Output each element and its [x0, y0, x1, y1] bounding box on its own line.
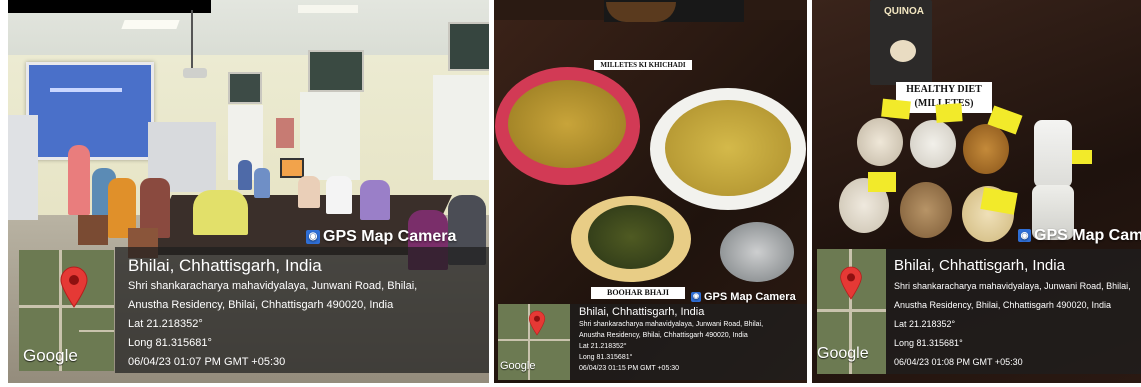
slide-title: [50, 88, 122, 92]
chair: [78, 215, 108, 245]
brown-bowl: [606, 2, 676, 22]
camera-label: GPS Map Camera: [704, 291, 796, 303]
map-road: [498, 339, 570, 341]
yellow-tag: [935, 103, 963, 123]
top-tab: [8, 0, 211, 13]
gps-camera-icon: ◉: [306, 229, 320, 244]
boohar-bhaji: [588, 205, 674, 269]
projection-screen: [26, 62, 154, 160]
location-title: Bhilai, Chhattisgarh, India: [894, 257, 1065, 274]
khichadi-right: [665, 100, 791, 196]
person: [326, 176, 352, 214]
address-line-2: Anustha Residency, Bhilai, Chhattisgarh …: [894, 300, 1111, 310]
cupboard: [8, 115, 38, 220]
address-line-2: Anustha Residency, Bhilai, Chhattisgarh …: [579, 332, 748, 339]
yellow-tag: [881, 98, 911, 120]
quinoa-pack-label: QUINOA: [884, 6, 924, 17]
google-logo: Google: [500, 360, 536, 372]
grain-bowl: [963, 124, 1009, 174]
map-pin-icon: [840, 266, 862, 300]
gps-camera-label: ◉GPS Map Camera: [1018, 227, 1141, 245]
map-road: [79, 330, 114, 332]
ceiling-light: [298, 5, 358, 13]
address-line-1: Shri shankaracharya mahavidyalaya, Junwa…: [579, 321, 764, 328]
dish-sign-khichadi: MILLETES KI KHICHADI: [594, 60, 692, 70]
projector-mount: [191, 10, 193, 70]
photo-panel-millets: QUINOA HEALTHY DIET (MILLETES) ◉GPS Map …: [812, 0, 1141, 383]
ceiling-light: [121, 20, 180, 29]
location-map: Google: [817, 249, 886, 374]
sign-line-1: HEALTHY DIET: [906, 84, 982, 95]
curtain: [433, 75, 489, 180]
address-line-2: Anustha Residency, Bhilai, Chhattisgarh …: [128, 299, 394, 311]
latitude: Lat 21.218352°: [579, 343, 627, 350]
location-title: Bhilai, Chhattisgarh, India: [128, 256, 322, 275]
photo-panel-dishes: MILLETES KI KHICHADI BOOHAR BHAJI ◉ GPS M…: [494, 0, 807, 383]
datetime: 06/04/23 01:08 PM GMT +05:30: [894, 357, 1023, 367]
camera-label: GPS Map Camera: [323, 228, 457, 245]
photo-panel-seminar: ◉ GPS Map Camera Google Bhilai, Chhattisg…: [8, 0, 489, 383]
grain-bowl: [910, 120, 956, 168]
projector: [183, 68, 207, 78]
person: [254, 168, 270, 198]
gps-camera-icon: ◉: [691, 292, 701, 303]
map-pin-icon: [60, 266, 88, 308]
longitude: Long 81.315681°: [128, 337, 212, 349]
datetime: 06/04/23 01:07 PM GMT +05:30: [128, 356, 286, 368]
location-title: Bhilai, Chhattisgarh, India: [579, 306, 705, 318]
map-pin-icon: [528, 310, 546, 336]
camera-label: GPS Map Camera: [1034, 227, 1141, 244]
gps-camera-label: ◉GPS Map Camera: [691, 291, 796, 303]
google-logo: Google: [23, 346, 78, 365]
yellow-tag: [868, 172, 896, 192]
person: [360, 180, 390, 220]
gps-camera-label: ◉GPS Map Camera: [306, 228, 456, 246]
location-map: Google: [498, 304, 570, 380]
yellow-tag: [1070, 150, 1092, 164]
latitude: Lat 21.218352°: [894, 319, 956, 329]
person: [193, 190, 248, 235]
gps-camera-icon: ◉: [1018, 229, 1031, 243]
monitor: [280, 158, 304, 178]
person-presenter: [68, 145, 90, 215]
person: [298, 176, 320, 208]
window: [448, 22, 489, 71]
window: [228, 72, 262, 104]
dish-sign-bhaji: BOOHAR BHAJI: [591, 287, 685, 299]
glass-lid: [720, 222, 794, 282]
curtain: [300, 92, 360, 180]
location-map: Google: [19, 250, 114, 371]
longitude: Long 81.315681°: [579, 354, 633, 361]
wall-calendar: [276, 118, 294, 148]
person: [238, 160, 252, 190]
datetime: 06/04/23 01:15 PM GMT +05:30: [579, 365, 680, 372]
latitude: Lat 21.218352°: [128, 318, 203, 330]
grain-bowl: [857, 118, 903, 166]
window: [308, 50, 364, 92]
address-line-1: Shri shankaracharya mahavidyalaya, Junwa…: [894, 281, 1131, 291]
grain-bowl: [900, 182, 952, 238]
google-logo: Google: [817, 345, 869, 362]
quinoa-pack-bowl: [890, 40, 916, 62]
address-line-1: Shri shankaracharya mahavidyalaya, Junwa…: [128, 280, 418, 292]
longitude: Long 81.315681°: [894, 338, 963, 348]
khichadi-left: [508, 80, 626, 168]
glass-jar: [1034, 120, 1072, 188]
